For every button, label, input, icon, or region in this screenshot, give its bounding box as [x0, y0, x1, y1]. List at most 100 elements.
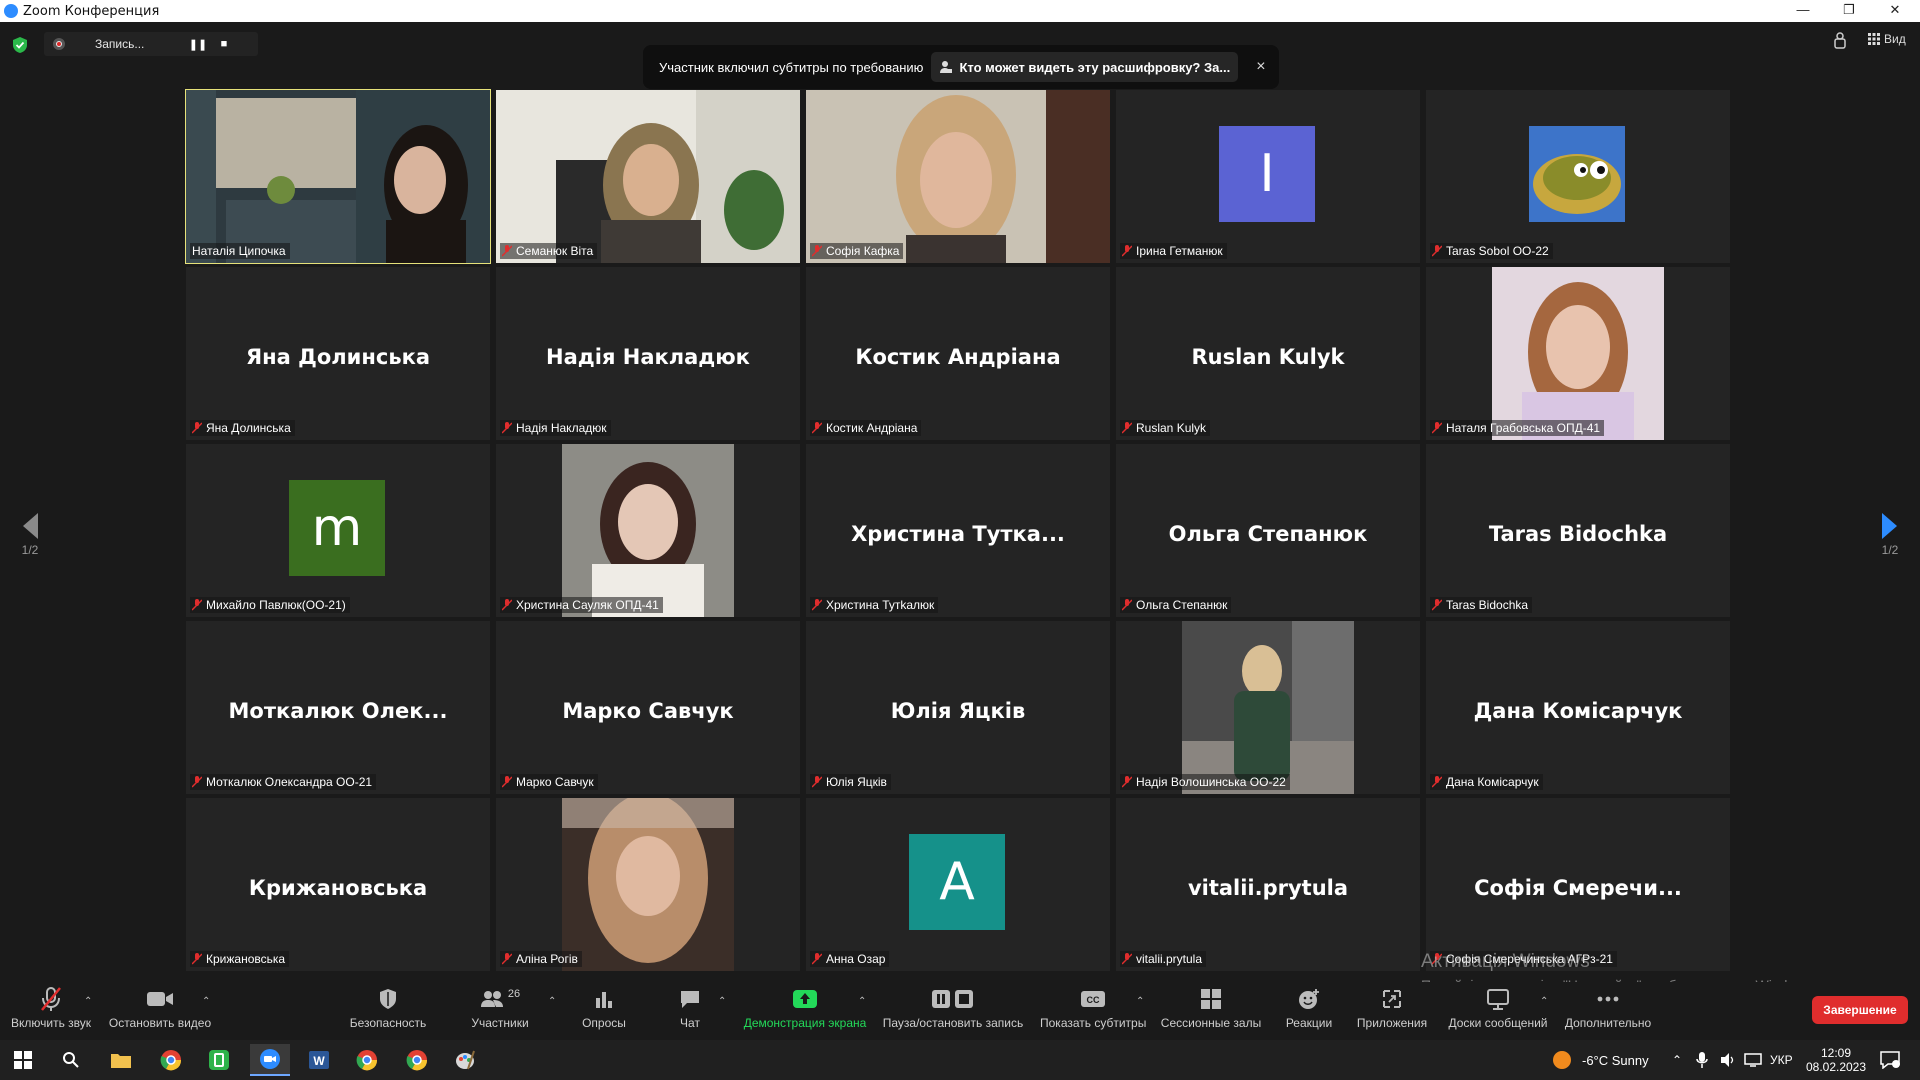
end-meeting-button[interactable]: Завершение	[1812, 996, 1908, 1024]
pause-stop-recording-button[interactable]: Пауза/остановить запись	[880, 986, 1026, 1030]
participant-tile[interactable]: Taras Sobol OO-22	[1426, 90, 1730, 263]
participant-name-label: Ruslan Kulyk	[1120, 420, 1211, 436]
more-button[interactable]: Дополнительно	[1562, 986, 1654, 1030]
chat-options-caret-icon[interactable]: ⌃	[718, 996, 726, 1007]
whiteboards-button[interactable]: Доски сообщений	[1442, 986, 1554, 1030]
participant-tile[interactable]: Софія Смеречи... Софія Смеречинська АГРз…	[1426, 798, 1730, 971]
security-button[interactable]: Безопасность	[340, 986, 436, 1030]
participant-tile[interactable]: A Анна Озар	[806, 798, 1110, 971]
participant-tile[interactable]: Яна Долинська Яна Долинська	[186, 267, 490, 440]
svg-text:W: W	[313, 1054, 325, 1068]
whiteboards-options-caret-icon[interactable]: ⌃	[1540, 996, 1548, 1007]
show-captions-button[interactable]: CC Показать субтитры	[1040, 986, 1146, 1030]
show-hidden-icons-icon[interactable]: ⌃	[1672, 1040, 1682, 1080]
participant-tile[interactable]: Наталя Грабовська ОПД-41	[1426, 267, 1730, 440]
page-indicator-right: 1/2	[1881, 543, 1899, 557]
chrome-icon[interactable]	[354, 1048, 380, 1072]
pause-stop-recording-label: Пауза/остановить запись	[882, 1016, 1024, 1030]
stop-video-button[interactable]: Остановить видео	[106, 986, 214, 1030]
recording-pause-button[interactable]: ❚❚	[185, 38, 211, 51]
unmute-button[interactable]: Включить звук	[8, 986, 94, 1030]
captions-options-caret-icon[interactable]: ⌃	[1136, 996, 1144, 1007]
participant-tile[interactable]: m Михайло Павлюк(ОО-21)	[186, 444, 490, 617]
recording-stop-button[interactable]: ■	[211, 38, 237, 50]
weather-text: -6°C Sunny	[1582, 1052, 1649, 1068]
participant-tile[interactable]: Христина Тутка... Христина Тутkалюк	[806, 444, 1110, 617]
security-shield-icon[interactable]	[12, 36, 28, 54]
transcript-visibility-link[interactable]: Кто может видеть эту расшифровку? За...	[931, 52, 1239, 82]
weather-widget[interactable]: -6°C Sunny	[1552, 1040, 1649, 1080]
participant-tile[interactable]: Аліна Рогів	[496, 798, 800, 971]
participant-tile[interactable]: Надія Волошинська ОО-22	[1116, 621, 1420, 794]
file-explorer-icon[interactable]	[108, 1048, 134, 1072]
participant-tile[interactable]: Ольга Степанюк Ольга Степанюк	[1116, 444, 1420, 617]
participant-tile[interactable]: Ruslan Kulyk Ruslan Kulyk	[1116, 267, 1420, 440]
paint-app-icon[interactable]	[452, 1048, 478, 1072]
audio-options-caret-icon[interactable]: ⌃	[84, 996, 92, 1007]
volume-icon[interactable]	[1720, 1040, 1736, 1080]
windows-start-icon[interactable]	[10, 1048, 36, 1072]
participant-tile[interactable]: I Ірина Гетманюк	[1116, 90, 1420, 263]
participants-label: Участники	[471, 1016, 529, 1030]
participant-tile[interactable]: Крижановська Крижановська	[186, 798, 490, 971]
notifications-icon[interactable]	[1880, 1040, 1900, 1080]
participant-tile[interactable]: Надія Накладюк Надія Накладюк	[496, 267, 800, 440]
participant-tile[interactable]: Юлія Яцків Юлія Яцків	[806, 621, 1110, 794]
chrome-b-icon[interactable]	[158, 1048, 184, 1072]
breakout-rooms-button[interactable]: Сессионные залы	[1160, 986, 1262, 1030]
participant-tile[interactable]: Костик Андріана Костик Андріана	[806, 267, 1110, 440]
video-options-caret-icon[interactable]: ⌃	[202, 996, 210, 1007]
share-screen-button[interactable]: Демонстрация экрана	[740, 986, 870, 1030]
restore-icon[interactable]: ❐	[1826, 0, 1872, 22]
participant-tile[interactable]: Семанюк Віта	[496, 90, 800, 263]
apps-button[interactable]: Приложения	[1352, 986, 1432, 1030]
participant-tile[interactable]: Софія Кафка	[806, 90, 1110, 263]
word-icon[interactable]: W	[306, 1048, 332, 1072]
previous-page-button[interactable]: 1/2	[16, 512, 44, 557]
line-app-icon[interactable]	[206, 1048, 232, 1072]
close-notification-button[interactable]: ×	[1256, 58, 1265, 76]
search-icon[interactable]	[58, 1048, 84, 1072]
participant-tile[interactable]: Моткалюк Олек... Моткалюк Олександра ОО-…	[186, 621, 490, 794]
clock[interactable]: 12:09 08.02.2023	[1806, 1040, 1866, 1080]
grid-view-icon	[1868, 33, 1880, 45]
keyboard-language[interactable]: УКР	[1770, 1040, 1793, 1080]
participant-avatar: A	[909, 834, 1005, 930]
participant-video	[186, 90, 490, 263]
minimize-icon[interactable]: —	[1780, 0, 1826, 22]
participant-tile[interactable]: Taras Bidochka Taras Bidochka	[1426, 444, 1730, 617]
pause-stop-icon	[932, 990, 973, 1008]
mic-muted-icon	[1432, 599, 1442, 611]
chrome-profile-icon[interactable]	[404, 1048, 430, 1072]
chat-button[interactable]: Чат	[664, 986, 716, 1030]
participant-display-name: Юлія Яцків	[890, 699, 1026, 723]
participant-display-name: Яна Долинська	[245, 345, 431, 369]
share-options-caret-icon[interactable]: ⌃	[858, 996, 866, 1007]
more-label: Дополнительно	[1564, 1016, 1652, 1030]
view-button[interactable]: Вид	[1868, 32, 1906, 46]
zoom-taskbar-icon[interactable]	[250, 1044, 290, 1076]
participant-tile[interactable]: Марко Савчук Марко Савчук	[496, 621, 800, 794]
participant-tile[interactable]: Наталія Ципочка	[185, 89, 491, 264]
participant-display-name: vitalii.prytula	[1187, 876, 1349, 900]
participant-name-label: Надія Накладюк	[500, 420, 611, 436]
participant-name-label: Надія Волошинська ОО-22	[1120, 774, 1290, 790]
participant-tile[interactable]: Христина Сауляк ОПД-41	[496, 444, 800, 617]
participants-options-caret-icon[interactable]: ⌃	[548, 996, 556, 1007]
participant-name: Ірина Гетманюк	[1136, 244, 1223, 258]
participant-tile[interactable]: vitalii.prytula vitalii.prytula	[1116, 798, 1420, 971]
next-page-button[interactable]: 1/2	[1876, 512, 1904, 557]
clock-time: 12:09	[1820, 1046, 1852, 1060]
microphone-tray-icon[interactable]	[1696, 1040, 1708, 1080]
participant-name-label: Наталія Ципочка	[190, 243, 290, 259]
close-window-icon[interactable]: ✕	[1872, 0, 1918, 22]
participants-button[interactable]: 26 Участники	[460, 986, 540, 1030]
person-lock-icon	[940, 61, 953, 73]
recording-dot-icon	[53, 38, 65, 50]
reactions-button[interactable]: Реакции	[1274, 986, 1344, 1030]
share-screen-arrow-icon	[793, 990, 817, 1008]
hide-self-view-icon[interactable]	[1832, 32, 1848, 50]
network-icon[interactable]	[1744, 1040, 1762, 1080]
participant-tile[interactable]: Дана Комісарчук Дана Комісарчук	[1426, 621, 1730, 794]
polls-button[interactable]: Опросы	[574, 986, 634, 1030]
